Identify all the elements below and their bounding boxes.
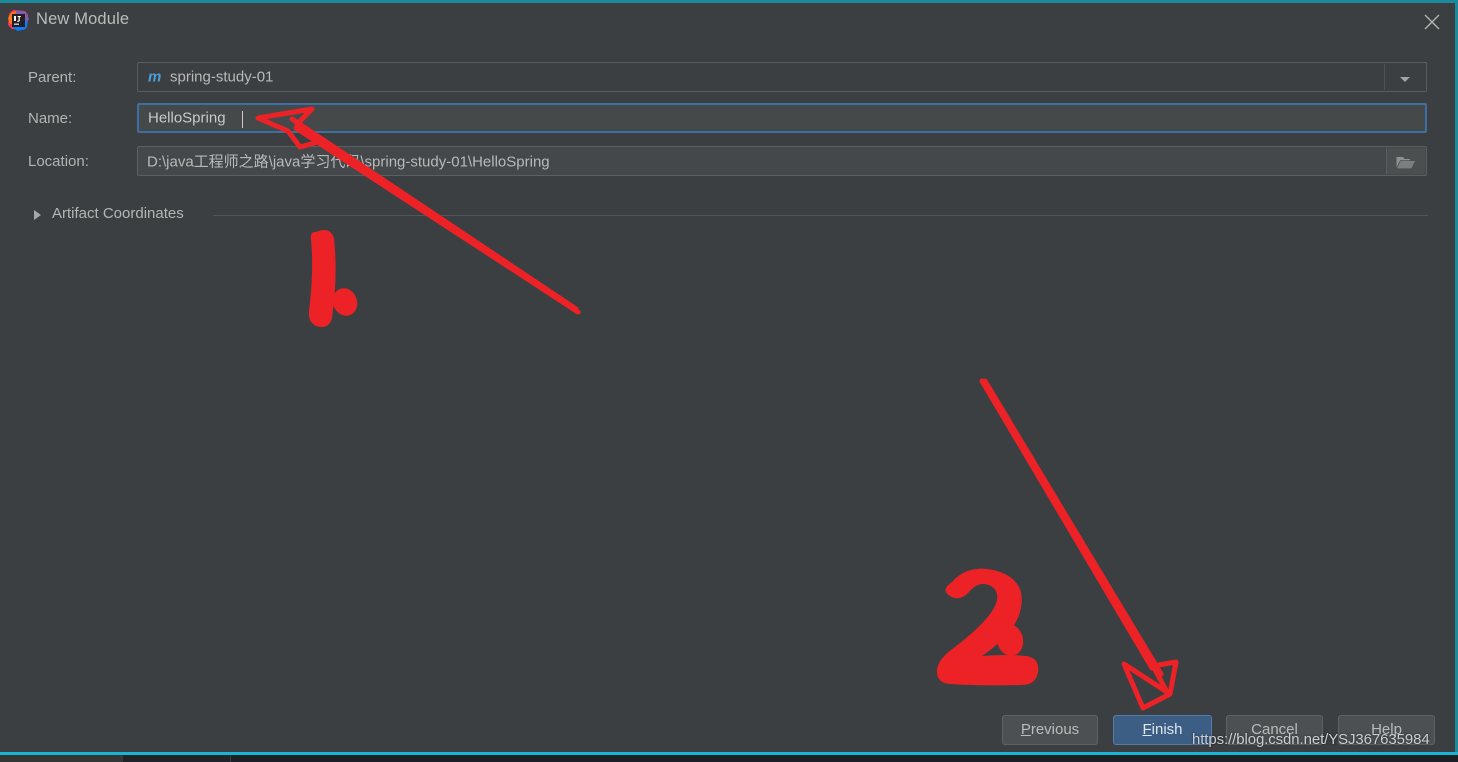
parent-value: spring-study-01	[170, 68, 274, 86]
watermark-url: https://blog.csdn.net/YSJ367635984	[1192, 731, 1430, 748]
intellij-idea-icon	[8, 10, 29, 31]
previous-button-mnemonic: P	[1020, 721, 1031, 738]
location-input[interactable]: D:\java工程师之路\java学习代码\spring-study-01\He…	[137, 146, 1427, 176]
window-title: New Module	[36, 10, 130, 28]
previous-button[interactable]: Previous	[1002, 715, 1098, 745]
location-value: D:\java工程师之路\java学习代码\spring-study-01\He…	[147, 153, 550, 171]
text-caret	[242, 111, 243, 128]
chevron-right-icon	[34, 210, 41, 220]
chevron-down-icon[interactable]	[1384, 64, 1425, 90]
parent-label: Parent:	[28, 69, 77, 86]
parent-combobox[interactable]: m spring-study-01	[137, 62, 1427, 92]
finish-button-label: inish	[1151, 721, 1183, 738]
artifact-coordinates-label: Artifact Coordinates	[52, 205, 184, 222]
artifact-coordinates-section[interactable]: Artifact Coordinates	[28, 204, 1428, 226]
taskbar-strip	[0, 755, 1458, 762]
taskbar-segment-left	[0, 755, 123, 762]
name-label: Name:	[28, 110, 73, 127]
title-bar: New Module	[0, 3, 1455, 42]
close-icon[interactable]	[1409, 3, 1455, 39]
section-divider	[213, 215, 1428, 216]
maven-module-icon: m	[148, 68, 161, 86]
taskbar-segment-mid	[123, 755, 231, 762]
previous-button-label: revious	[1030, 721, 1080, 738]
name-input[interactable]: HelloSpring	[137, 103, 1427, 133]
finish-button-mnemonic: F	[1142, 721, 1152, 738]
location-label: Location:	[28, 153, 89, 170]
folder-icon[interactable]	[1386, 148, 1425, 174]
new-module-dialog: New Module Parent: m spring-study-01 Nam…	[0, 0, 1458, 754]
screen: New Module Parent: m spring-study-01 Nam…	[0, 0, 1458, 762]
name-value: HelloSpring	[148, 109, 226, 127]
